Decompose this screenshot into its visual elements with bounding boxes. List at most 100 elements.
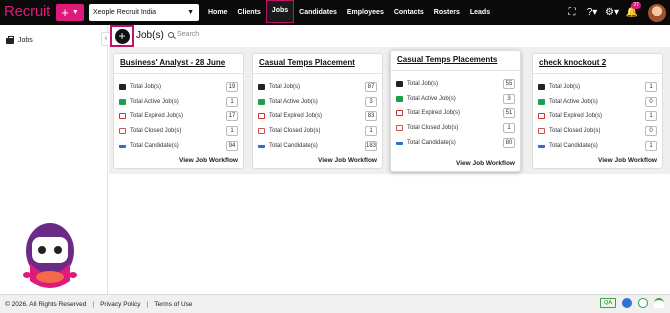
help-icon[interactable]: ?▾	[582, 7, 602, 18]
stat-value[interactable]: 3	[365, 96, 377, 107]
closed-briefcase-icon	[258, 128, 265, 135]
stat-value[interactable]: 17	[226, 111, 238, 122]
notification-bell-icon[interactable]: 🔔 27	[622, 2, 642, 18]
stat-expired-jobs: Total Expired Job(s) 83	[253, 109, 382, 124]
stat-value[interactable]: 1	[645, 111, 657, 122]
briefcase-icon	[396, 81, 403, 88]
page-title: Job(s)	[136, 30, 164, 41]
user-avatar[interactable]	[648, 3, 666, 22]
nav-jobs[interactable]: Jobs	[265, 0, 295, 23]
stat-total-jobs: Total Job(s) 19	[114, 80, 243, 95]
chevron-down-icon: ▼	[187, 9, 194, 16]
job-card-title[interactable]: Casual Temps Placement	[253, 54, 382, 74]
wifi-icon	[654, 298, 664, 308]
nav-employees[interactable]: Employees	[342, 0, 389, 25]
expired-briefcase-icon	[119, 113, 126, 120]
closed-briefcase-icon	[396, 125, 403, 132]
stat-expired-jobs: Total Expired Job(s) 1	[533, 109, 662, 124]
organization-select[interactable]: Xeople Recruit India ▼	[89, 4, 199, 21]
nav-contacts[interactable]: Contacts	[389, 0, 429, 25]
job-card-title[interactable]: Casual Temps Placements	[391, 51, 520, 71]
stat-value[interactable]: 83	[365, 111, 377, 122]
view-job-workflow-link[interactable]: View Job Workflow	[318, 157, 377, 164]
footer-separator: |	[92, 300, 95, 308]
main-nav: Home Clients Jobs Candidates Employees C…	[203, 0, 495, 25]
environment-badge: QA	[600, 298, 616, 308]
stat-active-jobs: Total Active Job(s) 0	[533, 95, 662, 110]
copyright-text: © 2026. All Rights Reserved	[5, 300, 87, 308]
quick-add-button[interactable]: + ▼	[56, 4, 84, 21]
sidebar-item-jobs[interactable]: Jobs	[6, 35, 33, 44]
job-card[interactable]: check knockout 2 Total Job(s) 1 Total Act…	[532, 53, 663, 169]
privacy-policy-link[interactable]: Privacy Policy	[100, 301, 140, 308]
people-icon	[258, 143, 265, 149]
stat-total-candidates: Total Candidate(s) 183	[253, 138, 382, 153]
recruit-logo[interactable]: Recruit	[4, 3, 50, 20]
stat-value[interactable]: 87	[365, 82, 377, 93]
expired-briefcase-icon	[538, 113, 545, 120]
briefcase-icon	[119, 84, 126, 91]
people-icon	[396, 140, 403, 146]
view-job-workflow-link[interactable]: View Job Workflow	[179, 157, 238, 164]
stat-active-jobs: Total Active Job(s) 3	[253, 95, 382, 110]
stat-value[interactable]: 1	[226, 126, 238, 137]
stat-value[interactable]: 80	[503, 137, 515, 148]
stat-total-jobs: Total Job(s) 87	[253, 80, 382, 95]
stat-value[interactable]: 94	[226, 140, 238, 151]
settings-gear-icon[interactable]: ⚙▾	[602, 7, 622, 18]
stat-total-candidates: Total Candidate(s) 1	[533, 138, 662, 153]
fullscreen-icon[interactable]: ⛶	[562, 7, 582, 18]
briefcase-icon	[6, 35, 14, 44]
stat-total-jobs: Total Job(s) 55	[391, 77, 520, 92]
active-briefcase-icon	[119, 98, 126, 105]
job-card[interactable]: Casual Temps Placements Total Job(s) 55 T…	[390, 50, 521, 172]
nav-rosters[interactable]: Rosters	[429, 0, 465, 25]
active-briefcase-icon	[538, 98, 545, 105]
stat-closed-jobs: Total Closed Job(s) 1	[391, 121, 520, 136]
job-card[interactable]: Casual Temps Placement Total Job(s) 87 To…	[252, 53, 383, 169]
people-icon	[538, 143, 545, 149]
add-job-button[interactable]: +	[110, 25, 134, 47]
active-briefcase-icon	[396, 95, 403, 102]
stat-value[interactable]: 0	[645, 96, 657, 107]
check-circle-icon[interactable]	[638, 298, 648, 308]
job-card[interactable]: Business' Analyst - 28 June Total Job(s)…	[113, 53, 244, 169]
user-status-icon[interactable]	[622, 298, 632, 308]
nav-leads[interactable]: Leads	[465, 0, 495, 25]
stat-value[interactable]: 51	[503, 108, 515, 119]
view-job-workflow-link[interactable]: View Job Workflow	[598, 157, 657, 164]
nav-home[interactable]: Home	[203, 0, 232, 25]
expired-briefcase-icon	[258, 113, 265, 120]
nav-clients[interactable]: Clients	[232, 0, 265, 25]
mascot-illustration	[23, 223, 77, 304]
stat-value[interactable]: 0	[645, 126, 657, 137]
stat-value[interactable]: 1	[645, 82, 657, 93]
job-card-title[interactable]: Business' Analyst - 28 June	[114, 54, 243, 74]
terms-of-use-link[interactable]: Terms of Use	[154, 301, 192, 308]
stat-expired-jobs: Total Expired Job(s) 17	[114, 109, 243, 124]
closed-briefcase-icon	[538, 128, 545, 135]
stat-closed-jobs: Total Closed Job(s) 0	[533, 124, 662, 139]
view-job-workflow-link[interactable]: View Job Workflow	[456, 160, 515, 167]
stat-total-candidates: Total Candidate(s) 80	[391, 135, 520, 150]
stat-total-jobs: Total Job(s) 1	[533, 80, 662, 95]
footer-separator: |	[146, 300, 149, 308]
stat-value[interactable]: 1	[226, 96, 238, 107]
stat-value[interactable]: 1	[365, 126, 377, 137]
stat-value[interactable]: 19	[226, 82, 238, 93]
stat-value[interactable]: 3	[503, 93, 515, 104]
job-card-title[interactable]: check knockout 2	[533, 54, 662, 74]
top-nav-bar: Recruit + ▼ Xeople Recruit India ▼ Home Cl…	[0, 0, 670, 25]
stat-value[interactable]: 1	[645, 140, 657, 151]
closed-briefcase-icon	[119, 128, 126, 135]
stat-value[interactable]: 55	[503, 79, 515, 90]
search-icon	[168, 31, 174, 38]
stat-value[interactable]: 183	[365, 140, 377, 151]
stat-closed-jobs: Total Closed Job(s) 1	[253, 124, 382, 139]
notification-badge: 27	[631, 2, 641, 9]
footer: © 2026. All Rights Reserved | Privacy Po…	[0, 294, 670, 313]
nav-candidates[interactable]: Candidates	[294, 0, 342, 25]
search-input[interactable]: Search	[168, 31, 199, 38]
stat-active-jobs: Total Active Job(s) 1	[114, 95, 243, 110]
stat-value[interactable]: 1	[503, 123, 515, 134]
